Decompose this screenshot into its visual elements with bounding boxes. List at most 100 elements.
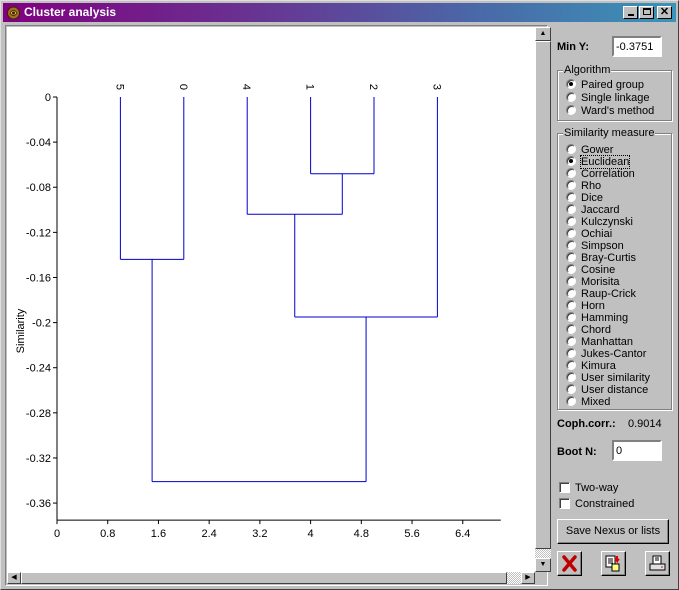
two-way-label: Two-way: [575, 482, 619, 494]
radio-dot[interactable]: [566, 384, 576, 395]
algorithm-radio-paired-group[interactable]: Paired group: [566, 79, 644, 91]
app-icon: [7, 6, 20, 20]
printer-icon: [649, 555, 666, 571]
similarity-radio-mixed[interactable]: Mixed: [566, 396, 610, 408]
radio-dot[interactable]: [566, 276, 576, 287]
y-tick-label: -0.04: [26, 137, 51, 149]
scroll-right-button[interactable]: ▶: [521, 572, 535, 584]
radio-dot[interactable]: [566, 240, 576, 251]
x-tick-label: 3.2: [252, 528, 267, 540]
similarity-radio-correlation[interactable]: Correlation: [566, 168, 635, 180]
plot-area-frame: 0 -0.04 -0.08 -0.12 -0.16 -0.2 -0.24 -0.28 -0.32…: [5, 25, 551, 586]
print-button[interactable]: [645, 551, 670, 576]
close-button[interactable]: ✕: [657, 6, 672, 19]
radio-dot[interactable]: [566, 105, 576, 116]
similarity-radio-cosine[interactable]: Cosine: [566, 264, 615, 276]
similarity-radio-chord[interactable]: Chord: [566, 324, 611, 336]
radio-dot[interactable]: [566, 396, 576, 407]
x-tick-label: 6.4: [455, 528, 470, 540]
radio-dot[interactable]: [566, 79, 576, 90]
radio-dot[interactable]: [566, 372, 576, 383]
radio-label: Simpson: [581, 240, 624, 252]
horizontal-scroll-track[interactable]: [507, 572, 521, 584]
similarity-radio-hamming[interactable]: Hamming: [566, 312, 628, 324]
min-y-input[interactable]: [612, 36, 662, 57]
constrained-checkbox[interactable]: Constrained: [559, 497, 635, 511]
similarity-radio-dice[interactable]: Dice: [566, 192, 603, 204]
maximize-icon: [642, 8, 651, 15]
algorithm-radio-ward-s-method[interactable]: Ward's method: [566, 105, 654, 117]
similarity-radio-raup-crick[interactable]: Raup-Crick: [566, 288, 636, 300]
two-way-checkbox[interactable]: Two-way: [559, 481, 619, 495]
radio-dot[interactable]: [566, 168, 576, 179]
similarity-radio-bray-curtis[interactable]: Bray-Curtis: [566, 252, 636, 264]
vertical-scrollbar[interactable]: ▲ ▼: [535, 27, 551, 572]
radio-dot[interactable]: [566, 252, 576, 263]
similarity-radio-jaccard[interactable]: Jaccard: [566, 204, 620, 216]
radio-dot[interactable]: [566, 288, 576, 299]
radio-dot[interactable]: [566, 336, 576, 347]
similarity-radio-kulczynski[interactable]: Kulczynski: [566, 216, 633, 228]
boot-n-label: Boot N:: [557, 446, 597, 458]
horizontal-scrollbar[interactable]: ◀ ▶: [7, 572, 535, 584]
radio-label: Bray-Curtis: [581, 252, 637, 264]
radio-dot[interactable]: [566, 312, 576, 323]
arrow-left-icon: ◀: [11, 574, 17, 581]
scroll-left-button[interactable]: ◀: [7, 572, 21, 584]
similarity-radio-manhattan[interactable]: Manhattan: [566, 336, 633, 348]
radio-dot[interactable]: [566, 264, 576, 275]
minimize-button[interactable]: [623, 6, 638, 19]
boot-n-input[interactable]: [612, 440, 662, 461]
leaf-label: 1: [304, 84, 316, 90]
similarity-radio-user-similarity[interactable]: User similarity: [566, 372, 650, 384]
similarity-radio-horn[interactable]: Horn: [566, 300, 605, 312]
radio-dot[interactable]: [566, 192, 576, 203]
leaf-label: 2: [367, 84, 379, 90]
horizontal-scroll-thumb[interactable]: [21, 572, 507, 584]
similarity-radio-euclidean[interactable]: Euclidean: [566, 155, 631, 169]
close-cluster-button[interactable]: [557, 551, 582, 576]
radio-dot[interactable]: [566, 324, 576, 335]
y-tick-label: -0.32: [26, 453, 51, 465]
similarity-radio-morisita[interactable]: Morisita: [566, 276, 620, 288]
radio-dot[interactable]: [566, 360, 576, 371]
scroll-down-button[interactable]: ▼: [535, 558, 551, 572]
arrow-down-icon: ▼: [539, 561, 547, 568]
radio-label: Ward's method: [581, 105, 655, 117]
radio-dot[interactable]: [566, 144, 576, 155]
radio-label: User similarity: [581, 372, 651, 384]
scroll-up-button[interactable]: ▲: [535, 27, 551, 41]
arrow-right-icon: ▶: [525, 574, 531, 581]
similarity-radio-gower[interactable]: Gower: [566, 144, 613, 156]
radio-dot[interactable]: [566, 156, 576, 167]
radio-dot[interactable]: [566, 204, 576, 215]
checkbox-box[interactable]: [559, 497, 570, 509]
radio-dot[interactable]: [566, 228, 576, 239]
vertical-scroll-thumb[interactable]: [535, 41, 551, 549]
similarity-radio-rho[interactable]: Rho: [566, 180, 601, 192]
radio-dot[interactable]: [566, 92, 576, 103]
similarity-radio-jukes-cantor[interactable]: Jukes-Cantor: [566, 348, 646, 360]
copy-button[interactable]: [601, 551, 626, 576]
radio-label: Chord: [581, 324, 611, 336]
save-nexus-button[interactable]: Save Nexus or lists: [557, 519, 669, 544]
x-tick-label: 0: [54, 528, 60, 540]
maximize-button[interactable]: [639, 6, 654, 19]
radio-dot[interactable]: [566, 300, 576, 311]
similarity-radio-simpson[interactable]: Simpson: [566, 240, 624, 252]
radio-dot[interactable]: [566, 216, 576, 227]
similarity-radio-kimura[interactable]: Kimura: [566, 360, 616, 372]
radio-dot[interactable]: [566, 348, 576, 359]
algorithm-radio-single-linkage[interactable]: Single linkage: [566, 92, 650, 104]
radio-label: Hamming: [581, 312, 629, 324]
vertical-scroll-track[interactable]: [535, 549, 551, 558]
checkbox-box[interactable]: [559, 481, 570, 493]
similarity-radio-user-distance[interactable]: User distance: [566, 384, 648, 396]
constrained-label: Constrained: [575, 498, 635, 510]
y-tick-label: -0.28: [26, 408, 51, 420]
similarity-radio-ochiai[interactable]: Ochiai: [566, 228, 612, 240]
cluster-analysis-window: Cluster analysis ✕ 0 -0.04 -0.08 -0.12 -0.16…: [0, 0, 679, 590]
leaf-label: 5: [113, 84, 125, 90]
min-y-label: Min Y:: [557, 41, 589, 53]
radio-dot[interactable]: [566, 180, 576, 191]
